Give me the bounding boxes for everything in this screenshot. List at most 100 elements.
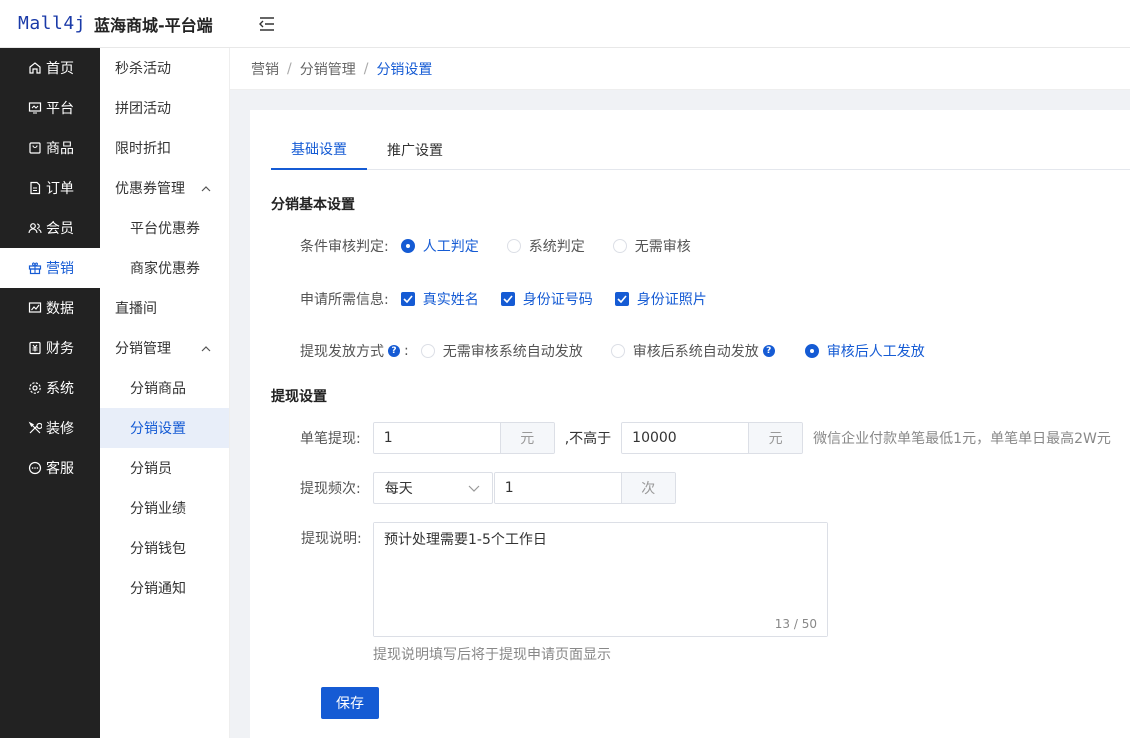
- tab-basic-settings[interactable]: 基础设置: [271, 130, 367, 170]
- checkbox-real-name[interactable]: 真实姓名: [400, 289, 479, 309]
- sub-sidebar: 秒杀活动 拼团活动 限时折扣 优惠券管理 平台优惠券 商家优惠券 直播间 分销管…: [100, 48, 230, 738]
- home-icon: [28, 61, 42, 75]
- tab-promotion-settings[interactable]: 推广设置: [367, 130, 463, 170]
- info-label: 申请所需信息:: [300, 292, 389, 308]
- sidebar-item-service[interactable]: 客服: [0, 448, 100, 488]
- chevron-up-icon: [201, 180, 211, 196]
- sidebar-item-label: 营销: [46, 261, 74, 277]
- main-sidebar: 首页 平台 商品 订单 会员 营销 数据 财务 系统 装修 客服: [0, 48, 100, 738]
- sidebar-item-label: 首页: [46, 61, 74, 77]
- breadcrumb-item[interactable]: 分销管理: [300, 59, 356, 79]
- audit-row: 条件审核判定: 人工判定 系统判定 无需审核: [300, 236, 719, 256]
- sidebar-item-label: 客服: [46, 461, 74, 477]
- frequency-period-select[interactable]: 每天: [372, 472, 493, 504]
- checkbox-id-photo[interactable]: 身份证照片: [614, 289, 707, 309]
- subnav-group-label: 分销管理: [115, 341, 171, 357]
- subnav-wallet[interactable]: 分销钱包: [100, 528, 229, 568]
- sidebar-item-label: 财务: [46, 341, 74, 357]
- sidebar-item-finance[interactable]: 财务: [0, 328, 100, 368]
- chat-icon: [28, 461, 42, 475]
- radio-manual-after-audit[interactable]: 审核后人工发放: [804, 341, 925, 361]
- gear-icon: [28, 381, 42, 395]
- monitor-icon: [28, 101, 42, 115]
- radio-auto-no-audit[interactable]: 无需审核系统自动发放: [420, 341, 583, 361]
- chart-icon: [28, 301, 42, 315]
- bag-icon: [28, 141, 42, 155]
- finance-icon: [28, 341, 42, 355]
- subnav-group-buy[interactable]: 拼团活动: [100, 88, 229, 128]
- subnav-platform-coupon[interactable]: 平台优惠券: [100, 208, 229, 248]
- radio-auto-after-audit[interactable]: 审核后系统自动发放: [610, 341, 759, 361]
- sidebar-item-goods[interactable]: 商品: [0, 128, 100, 168]
- subnav-performance[interactable]: 分销业绩: [100, 488, 229, 528]
- desc-textarea[interactable]: 预计处理需要1-5个工作日: [374, 523, 827, 636]
- max-amount-group: 元: [621, 422, 804, 454]
- unit-yuan: 元: [748, 423, 803, 453]
- subnav-seckill[interactable]: 秒杀活动: [100, 48, 229, 88]
- sidebar-item-label: 商品: [46, 141, 74, 157]
- menu-fold-icon[interactable]: [257, 14, 277, 34]
- info-row: 申请所需信息: 真实姓名 身份证号码 身份证照片: [300, 289, 729, 309]
- sidebar-item-platform[interactable]: 平台: [0, 88, 100, 128]
- sidebar-item-decoration[interactable]: 装修: [0, 408, 100, 448]
- tab-bar: 基础设置 推广设置: [271, 130, 1130, 170]
- frequency-row: 提现频次: 每天 次: [300, 472, 676, 504]
- subnav-notice[interactable]: 分销通知: [100, 568, 229, 608]
- max-label: ,不高于: [564, 431, 612, 447]
- sidebar-item-marketing[interactable]: 营销: [0, 248, 100, 288]
- min-amount-group: 元: [372, 422, 555, 454]
- radio-no-audit[interactable]: 无需审核: [612, 236, 691, 256]
- sidebar-item-label: 会员: [46, 221, 74, 237]
- sidebar-item-members[interactable]: 会员: [0, 208, 100, 248]
- single-withdraw-label: 单笔提现:: [300, 431, 361, 447]
- check-icon: [400, 292, 415, 306]
- desc-hint: 提现说明填写后将于提现申请页面显示: [373, 647, 611, 663]
- breadcrumb-item[interactable]: 营销: [251, 59, 279, 79]
- section-title-basic: 分销基本设置: [271, 197, 355, 213]
- payout-colon: :: [404, 343, 409, 359]
- check-icon: [500, 292, 515, 306]
- sidebar-item-home[interactable]: 首页: [0, 48, 100, 88]
- gift-icon: [28, 261, 42, 275]
- max-amount-input[interactable]: [622, 423, 749, 453]
- sidebar-item-label: 数据: [46, 301, 74, 317]
- subnav-distribution-group[interactable]: 分销管理: [100, 328, 229, 368]
- subnav-distribution-goods[interactable]: 分销商品: [100, 368, 229, 408]
- check-icon: [614, 292, 629, 306]
- frequency-count-input[interactable]: [494, 473, 621, 503]
- section-title-withdraw: 提现设置: [271, 389, 327, 405]
- tools-icon: [28, 421, 42, 435]
- min-amount-input[interactable]: [373, 423, 500, 453]
- breadcrumb-current: 分销设置: [376, 61, 433, 78]
- unit-times: 次: [620, 473, 675, 503]
- top-bar: Mall4j 蓝海商城-平台端: [0, 0, 1130, 48]
- radio-manual-judge[interactable]: 人工判定: [400, 236, 479, 256]
- question-icon[interactable]: ?: [762, 345, 775, 357]
- sidebar-item-data[interactable]: 数据: [0, 288, 100, 328]
- subnav-distribution-settings[interactable]: 分销设置: [100, 408, 229, 448]
- subnav-shop-coupon[interactable]: 商家优惠券: [100, 248, 229, 288]
- sidebar-item-label: 装修: [46, 421, 74, 437]
- subnav-discount[interactable]: 限时折扣: [100, 128, 229, 168]
- subnav-live[interactable]: 直播间: [100, 288, 229, 328]
- question-icon[interactable]: ?: [388, 345, 400, 357]
- save-button[interactable]: 保存: [321, 687, 379, 719]
- payout-label: 提现发放方式: [300, 344, 384, 360]
- radio-system-judge[interactable]: 系统判定: [506, 236, 585, 256]
- single-withdraw-row: 单笔提现: 元 ,不高于 元 微信企业付款单笔最低1元，单笔单日最高2W元: [300, 422, 1111, 454]
- sidebar-item-label: 系统: [46, 381, 74, 397]
- unit-yuan: 元: [499, 423, 554, 453]
- sidebar-item-orders[interactable]: 订单: [0, 168, 100, 208]
- subnav-distributor[interactable]: 分销员: [100, 448, 229, 488]
- sidebar-item-system[interactable]: 系统: [0, 368, 100, 408]
- subnav-coupon-group[interactable]: 优惠券管理: [100, 168, 229, 208]
- app-title: 蓝海商城-平台端: [94, 15, 213, 35]
- chevron-down-icon: [468, 480, 480, 496]
- sidebar-item-label: 订单: [46, 181, 74, 197]
- checkbox-id-number[interactable]: 身份证号码: [500, 289, 593, 309]
- desc-textarea-wrap: 预计处理需要1-5个工作日 13 / 50: [373, 522, 828, 637]
- document-icon: [28, 181, 42, 195]
- breadcrumb: 营销 / 分销管理 / 分销设置: [230, 48, 1130, 90]
- sidebar-item-label: 平台: [46, 101, 74, 117]
- subnav-group-label: 优惠券管理: [115, 181, 185, 197]
